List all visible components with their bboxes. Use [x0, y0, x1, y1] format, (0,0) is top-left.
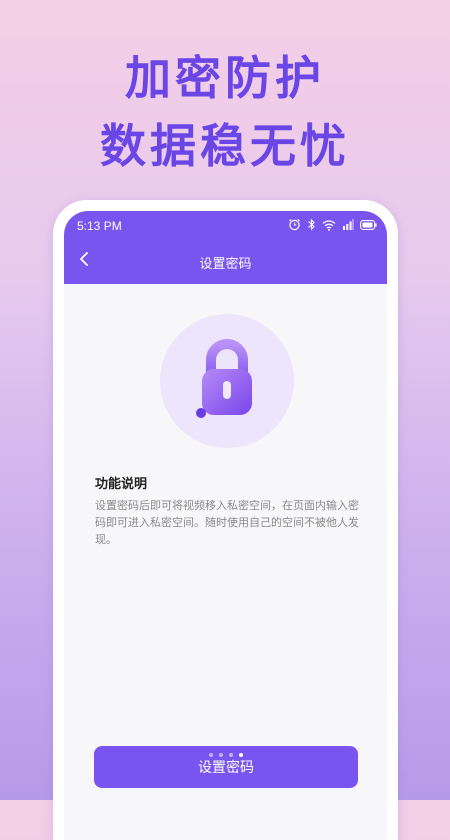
feature-title: 功能说明 — [95, 477, 148, 492]
wifi-icon — [322, 219, 336, 231]
alarm-icon — [288, 218, 301, 231]
app-bar: 5:13 PM 设置密码 — [64, 211, 387, 284]
phone-screen: 5:13 PM 设置密码 功能说明 设置密码后即可将视频移入私密空间，在页面内输… — [64, 211, 387, 840]
promo-headline-line1: 加密防护 — [125, 51, 325, 105]
signal-icon — [342, 219, 354, 230]
battery-icon — [360, 219, 377, 230]
feature-description: 设置密码后即可将视频移入私密空间，在页面内输入密码即可进入私密空间。随时使用自己… — [95, 499, 359, 546]
page-dot — [219, 753, 223, 757]
bluetooth-icon — [307, 218, 316, 231]
page-dot-active — [239, 753, 243, 757]
page-dot — [209, 753, 213, 757]
promo-headline-line2: 数据稳无忧 — [100, 119, 350, 173]
page-title: 设置密码 — [199, 257, 252, 272]
phone-mockup: 5:13 PM 设置密码 功能说明 设置密码后即可将视频移入私密空间，在页面内输… — [53, 200, 398, 840]
status-icons — [288, 218, 377, 231]
lock-icon — [196, 339, 252, 418]
page-dot — [229, 753, 233, 757]
page-indicator — [209, 753, 243, 757]
lock-illustration — [160, 314, 294, 448]
status-time: 5:13 PM — [77, 219, 122, 233]
